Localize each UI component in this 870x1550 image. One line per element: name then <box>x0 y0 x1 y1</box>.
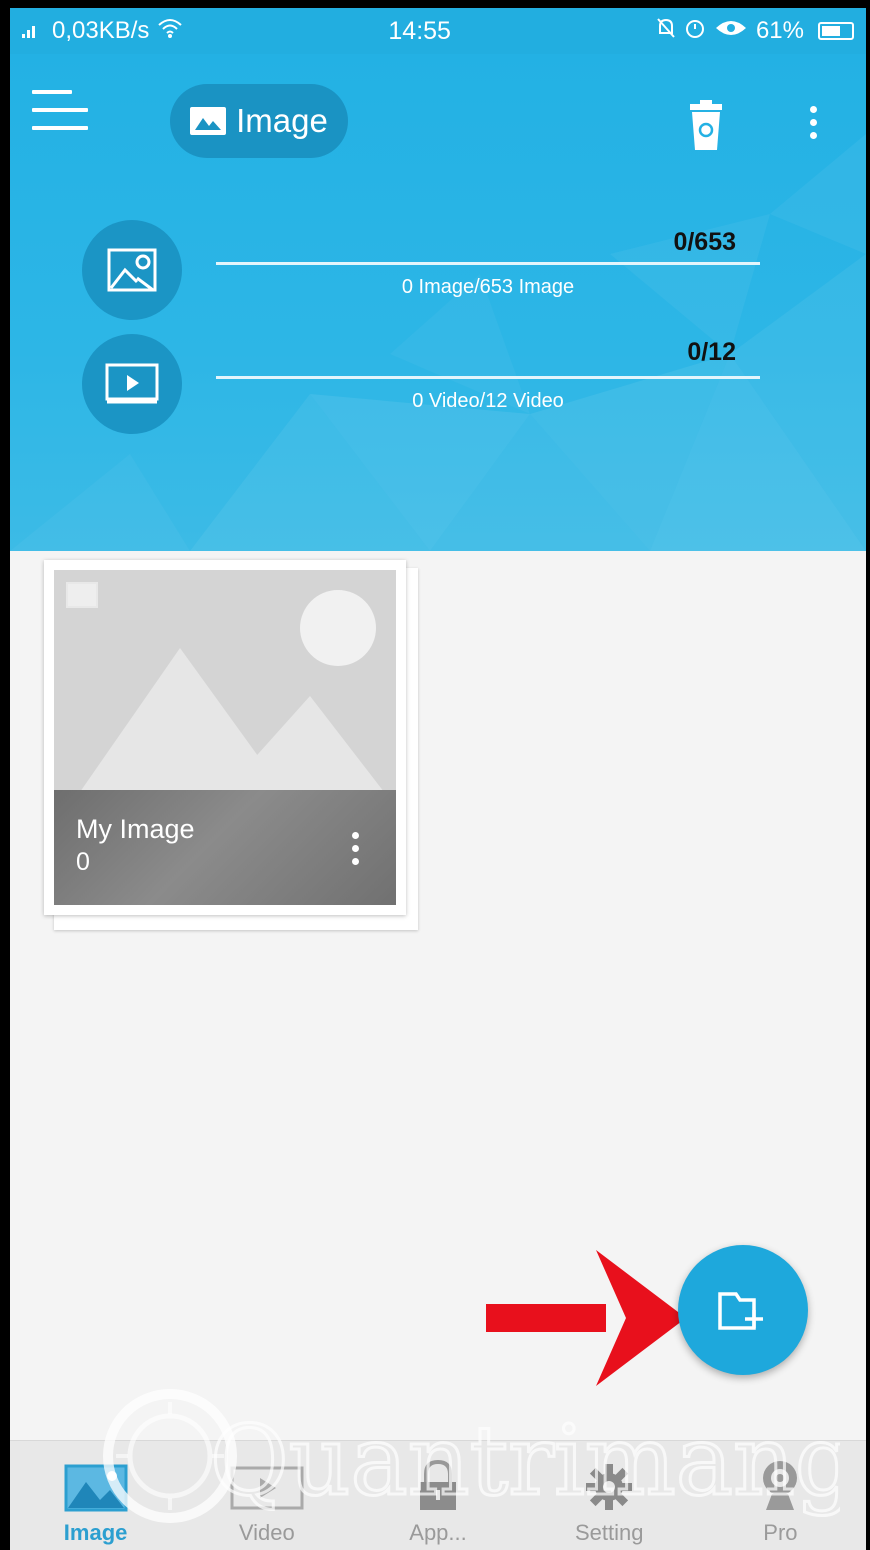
more-options-icon[interactable] <box>806 106 820 146</box>
nav-item-pro[interactable]: Pro <box>695 1441 866 1550</box>
trash-icon[interactable] <box>686 100 726 152</box>
nav-label-app: App... <box>409 1520 467 1545</box>
album-thumbnail <box>54 570 396 905</box>
nav-item-video[interactable]: Video <box>181 1441 352 1550</box>
signal-icon <box>22 17 44 45</box>
video-stat-count: 0/12 <box>687 338 736 366</box>
album-type-selector[interactable]: Image <box>170 84 348 158</box>
nav-label-setting: Setting <box>574 1520 644 1545</box>
album-card[interactable]: My Image 0 <box>44 560 406 915</box>
album-count: 0 <box>76 848 90 876</box>
image-stat-bar <box>216 262 760 265</box>
nav-label-video: Video <box>238 1520 295 1545</box>
nav-item-setting[interactable]: Setting <box>524 1441 695 1550</box>
video-stat-caption: 0 Video/12 Video <box>412 390 564 412</box>
nav-item-image[interactable]: Image <box>10 1441 181 1550</box>
app-header: Image 0/653 0 Image/653 Image 0/12 0 Vid… <box>10 54 866 551</box>
album-more-options-icon[interactable] <box>348 832 362 876</box>
webcam-icon <box>763 1461 798 1510</box>
album-name: My Image <box>76 814 195 844</box>
album-footer <box>54 790 396 905</box>
status-bar: 0,03KB/s 14:55 61% <box>10 8 866 54</box>
image-stat-caption: 0 Image/653 Image <box>401 276 575 298</box>
hamburger-menu-icon[interactable] <box>32 90 88 136</box>
image-icon <box>190 107 227 135</box>
status-left: 0,03KB/s <box>22 17 183 46</box>
gear-icon <box>586 1464 633 1510</box>
battery-icon <box>817 22 854 40</box>
alarm-icon <box>684 17 706 46</box>
nav-item-app[interactable]: App... <box>352 1441 523 1550</box>
video-icon <box>230 1466 304 1510</box>
page-title: Image <box>236 102 328 139</box>
image-stat-icon <box>82 220 182 320</box>
folder-add-icon <box>718 1292 763 1330</box>
nav-label-image: Image <box>63 1520 128 1545</box>
app-screen: 0,03KB/s 14:55 61% Image 0/653 0 Image/6… <box>10 8 866 1550</box>
wifi-icon <box>157 17 183 46</box>
video-stat-icon <box>82 334 182 434</box>
bottom-navigation: Image Video App... Setting Pro <box>10 1440 866 1550</box>
network-speed: 0,03KB/s <box>52 17 150 44</box>
battery-percent: 61% <box>755 17 804 44</box>
image-stat-count: 0/653 <box>673 228 736 256</box>
eye-icon <box>714 17 748 45</box>
red-arrow-annotation <box>486 1250 686 1386</box>
add-folder-button[interactable] <box>678 1245 808 1375</box>
video-stat-bar <box>216 376 760 379</box>
status-time: 14:55 <box>388 16 451 45</box>
status-right: 61% <box>656 17 854 46</box>
image-icon <box>64 1464 128 1512</box>
nav-label-pro: Pro <box>763 1520 798 1545</box>
lock-icon <box>420 1460 456 1510</box>
bell-off-icon <box>656 17 676 46</box>
